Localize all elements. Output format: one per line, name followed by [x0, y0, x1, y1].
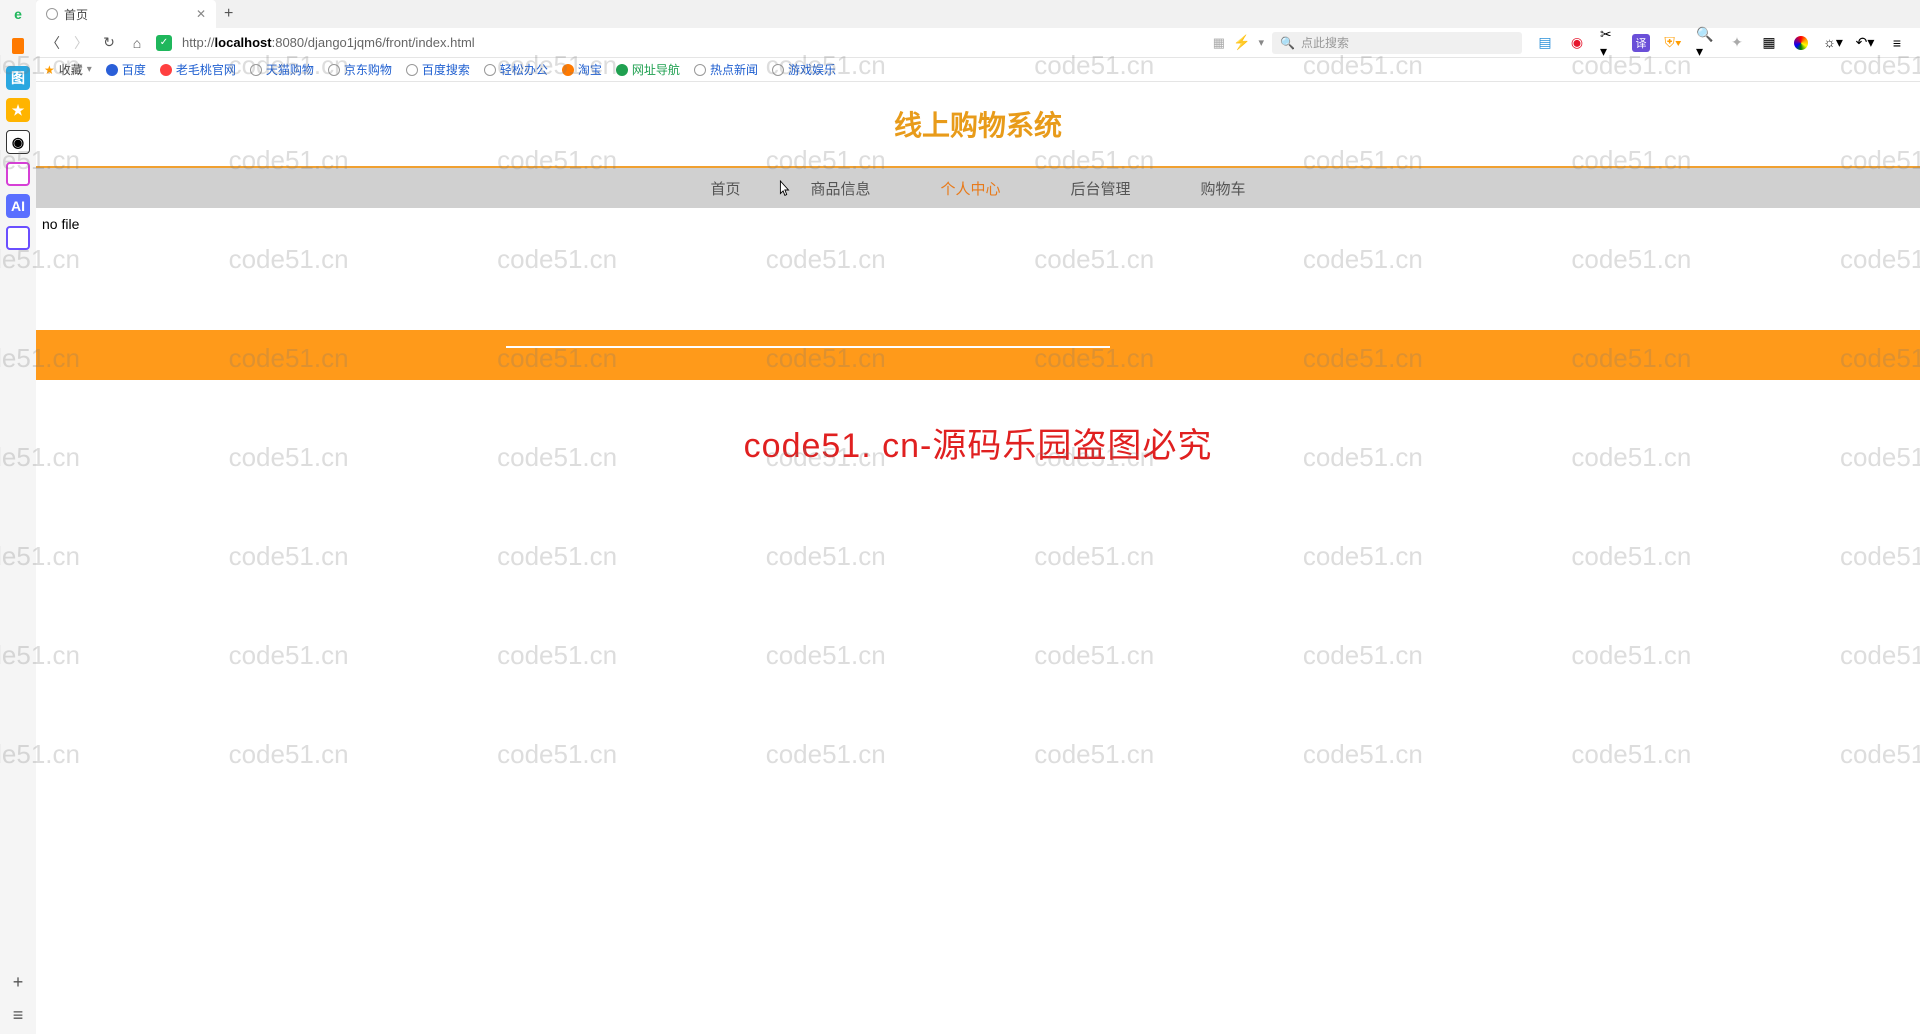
sidebar-add-icon[interactable]: +: [13, 972, 24, 993]
browser-tab[interactable]: 首页 ✕: [36, 0, 216, 28]
sidebar-app-ai2[interactable]: AI: [6, 194, 30, 218]
nav-cart[interactable]: 购物车: [1201, 178, 1246, 199]
left-sidebar: e 图 ★ ◉ AI + ≡: [0, 0, 36, 1034]
bookmark-favorites[interactable]: ★收藏▾: [44, 61, 92, 78]
tab-bar: 首页 ✕ +: [36, 0, 1920, 28]
search-placeholder: 点此搜索: [1301, 34, 1349, 51]
nav-forward-icon[interactable]: 〉: [72, 33, 90, 53]
address-bar: 〈 〉 ↻ ⌂ ✓ http://localhost:8080/django1j…: [36, 28, 1920, 58]
toolbar-color-icon[interactable]: [1792, 34, 1810, 52]
bookmarks-bar: ★收藏▾ 百度 老毛桃官网 天猫购物 京东购物 百度搜索 轻松办公 淘宝 网址导…: [36, 58, 1920, 82]
sidebar-app-1[interactable]: [6, 34, 30, 58]
sidebar-app-2[interactable]: 图: [6, 66, 30, 90]
tab-title: 首页: [64, 6, 88, 23]
nav-home-icon[interactable]: ⌂: [128, 35, 146, 51]
toolbar-screenshot-icon[interactable]: ✂▾: [1600, 34, 1618, 52]
nav-personal-center[interactable]: 个人中心: [940, 178, 1000, 199]
site-title: 线上购物系统: [36, 82, 1920, 144]
tab-favicon-icon: [46, 8, 58, 20]
nav-home[interactable]: 首页: [710, 178, 740, 199]
search-icon: 🔍: [1280, 36, 1295, 50]
url-prefix: http://: [182, 35, 215, 50]
main-nav: 首页 商品信息 个人中心 后台管理 购物车: [36, 168, 1920, 208]
toolbar-undo-icon[interactable]: ↶▾: [1856, 34, 1874, 52]
url-host: localhost: [215, 35, 272, 50]
search-input[interactable]: 🔍 点此搜索: [1272, 32, 1522, 54]
url-suffix: :8080/django1jqm6/front/index.html: [272, 35, 475, 50]
bookmark-games[interactable]: 游戏娱乐: [772, 61, 836, 78]
nav-back-icon[interactable]: 〈: [44, 33, 62, 53]
security-shield-icon[interactable]: ✓: [156, 35, 172, 51]
tab-close-icon[interactable]: ✕: [196, 7, 206, 21]
nav-admin[interactable]: 后台管理: [1071, 178, 1131, 199]
nofile-text: no file: [36, 208, 1920, 240]
nav-reload-icon[interactable]: ↻: [100, 34, 118, 51]
page-content: 线上购物系统 首页 商品信息 个人中心 后台管理 购物车 no file cod…: [36, 82, 1920, 1034]
toolbar-apps-icon[interactable]: ▦: [1760, 34, 1778, 52]
qr-icon[interactable]: ▦: [1213, 35, 1225, 51]
bookmark-jd[interactable]: 京东购物: [328, 61, 392, 78]
toolbar-weibo-icon[interactable]: ◉: [1568, 34, 1586, 52]
nav-products[interactable]: 商品信息: [810, 178, 870, 199]
bookmark-laomaotao[interactable]: 老毛桃官网: [160, 61, 236, 78]
sidebar-app-ai1[interactable]: [6, 162, 30, 186]
sidebar-menu-icon[interactable]: ≡: [13, 1005, 24, 1026]
chevron-down-icon[interactable]: ▾: [1258, 36, 1264, 49]
watermark-warning: code51. cn-源码乐园盗图必究: [36, 418, 1920, 467]
toolbar-ext1-icon[interactable]: ▤: [1536, 34, 1554, 52]
toolbar-translate-icon[interactable]: 译: [1632, 34, 1650, 52]
new-tab-icon[interactable]: +: [224, 5, 233, 23]
toolbar-shield-icon[interactable]: ⛨▾: [1664, 34, 1682, 52]
bookmark-baidu-search[interactable]: 百度搜索: [406, 61, 470, 78]
sidebar-app-eye[interactable]: [6, 226, 30, 250]
toolbar-theme-icon[interactable]: ☼▾: [1824, 34, 1842, 52]
browser-logo-icon[interactable]: e: [6, 2, 30, 26]
toolbar-search-icon[interactable]: 🔍▾: [1696, 34, 1714, 52]
toolbar-menu-icon[interactable]: ≡: [1888, 34, 1906, 52]
carousel-band: [36, 330, 1920, 380]
bookmark-news[interactable]: 热点新闻: [694, 61, 758, 78]
toolbar-puzzle-icon[interactable]: ✦: [1728, 34, 1746, 52]
bookmark-tmall[interactable]: 天猫购物: [250, 61, 314, 78]
sidebar-app-bot[interactable]: ◉: [6, 130, 30, 154]
flash-icon[interactable]: ⚡: [1233, 34, 1250, 51]
bookmark-navsite[interactable]: 网址导航: [616, 61, 680, 78]
bookmark-office[interactable]: 轻松办公: [484, 61, 548, 78]
bookmark-taobao[interactable]: 淘宝: [562, 61, 602, 78]
bookmark-baidu[interactable]: 百度: [106, 61, 146, 78]
sidebar-favorites-icon[interactable]: ★: [6, 98, 30, 122]
url-input[interactable]: http://localhost:8080/django1jqm6/front/…: [182, 35, 772, 50]
